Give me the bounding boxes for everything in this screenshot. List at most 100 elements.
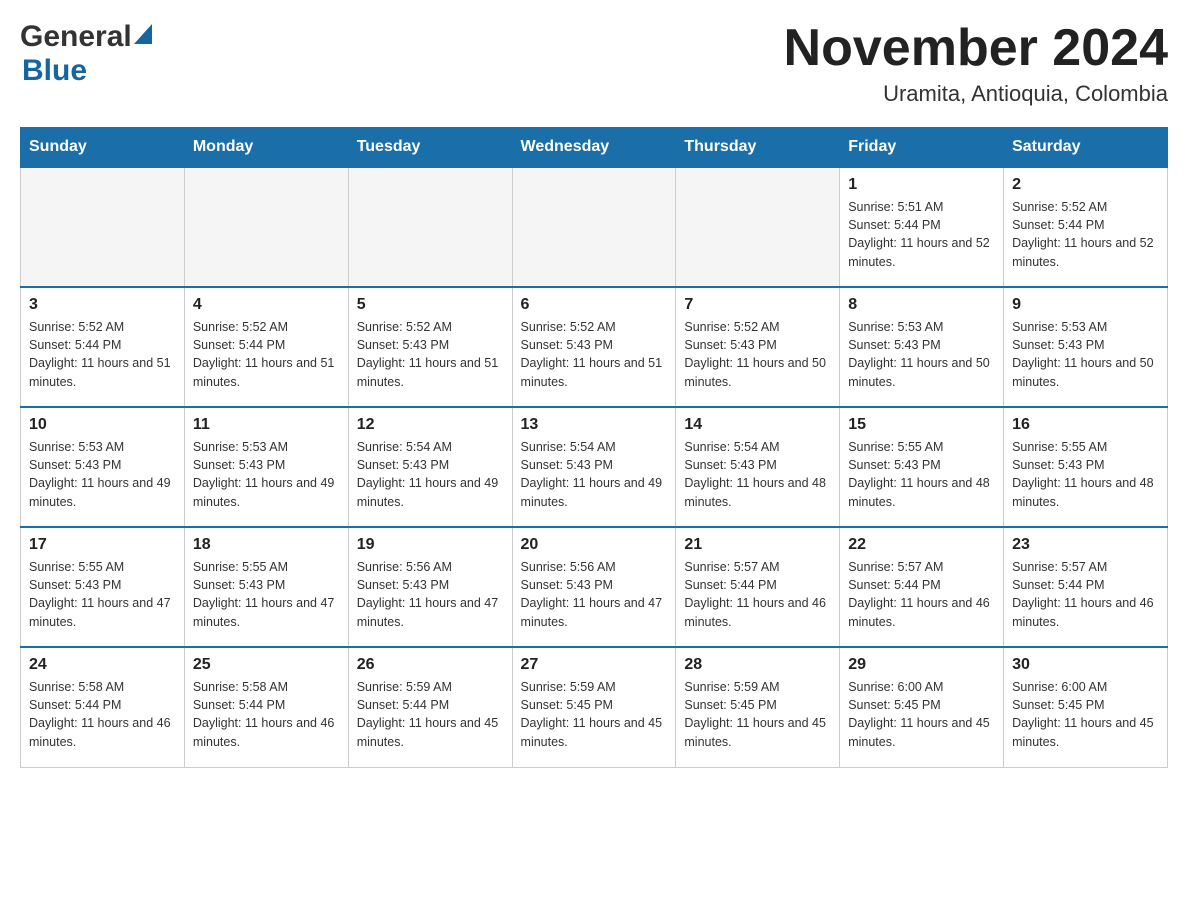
weekday-header-row: SundayMondayTuesdayWednesdayThursdayFrid… [21, 128, 1168, 168]
calendar-week-3: 10 Sunrise: 5:53 AM Sunset: 5:43 PM Dayli… [21, 407, 1168, 527]
calendar-cell-w4-d6: 22 Sunrise: 5:57 AM Sunset: 5:44 PM Dayli… [840, 527, 1004, 647]
day-info-26: Sunrise: 5:59 AM Sunset: 5:44 PM Dayligh… [357, 678, 504, 751]
weekday-header-friday: Friday [840, 128, 1004, 168]
day-info-6: Sunrise: 5:52 AM Sunset: 5:43 PM Dayligh… [521, 318, 668, 391]
weekday-header-monday: Monday [184, 128, 348, 168]
day-info-28: Sunrise: 5:59 AM Sunset: 5:45 PM Dayligh… [684, 678, 831, 751]
calendar-cell-w3-d3: 12 Sunrise: 5:54 AM Sunset: 5:43 PM Dayli… [348, 407, 512, 527]
calendar-cell-w2-d4: 6 Sunrise: 5:52 AM Sunset: 5:43 PM Daylig… [512, 287, 676, 407]
calendar-cell-w4-d2: 18 Sunrise: 5:55 AM Sunset: 5:43 PM Dayli… [184, 527, 348, 647]
weekday-header-sunday: Sunday [21, 128, 185, 168]
calendar-cell-w5-d6: 29 Sunrise: 6:00 AM Sunset: 5:45 PM Dayli… [840, 647, 1004, 767]
calendar-cell-w1-d6: 1Sunrise: 5:51 AM Sunset: 5:44 PM Daylig… [840, 167, 1004, 287]
calendar-week-2: 3 Sunrise: 5:52 AM Sunset: 5:44 PM Daylig… [21, 287, 1168, 407]
page-header: General Blue November 2024 Uramita, Anti… [20, 20, 1168, 107]
logo-general-text: General [20, 20, 132, 54]
day-info-4: Sunrise: 5:52 AM Sunset: 5:44 PM Dayligh… [193, 318, 340, 391]
day-number-23: 23 [1012, 536, 1159, 554]
calendar-cell-w3-d2: 11 Sunrise: 5:53 AM Sunset: 5:43 PM Dayli… [184, 407, 348, 527]
day-info-9: Sunrise: 5:53 AM Sunset: 5:43 PM Dayligh… [1012, 318, 1159, 391]
day-info-13: Sunrise: 5:54 AM Sunset: 5:43 PM Dayligh… [521, 438, 668, 511]
calendar-cell-w3-d5: 14 Sunrise: 5:54 AM Sunset: 5:43 PM Dayli… [676, 407, 840, 527]
calendar-cell-w3-d6: 15 Sunrise: 5:55 AM Sunset: 5:43 PM Dayli… [840, 407, 1004, 527]
day-info-22: Sunrise: 5:57 AM Sunset: 5:44 PM Dayligh… [848, 558, 995, 631]
calendar-cell-w2-d7: 9Sunrise: 5:53 AM Sunset: 5:43 PM Daylig… [1004, 287, 1168, 407]
calendar-cell-w4-d4: 20 Sunrise: 5:56 AM Sunset: 5:43 PM Dayli… [512, 527, 676, 647]
calendar-cell-w5-d5: 28 Sunrise: 5:59 AM Sunset: 5:45 PM Dayli… [676, 647, 840, 767]
day-number-21: 21 [684, 536, 831, 554]
calendar-cell-w4-d3: 19Sunrise: 5:56 AM Sunset: 5:43 PM Dayli… [348, 527, 512, 647]
day-number-20: 20 [521, 536, 668, 554]
calendar-week-5: 24Sunrise: 5:58 AM Sunset: 5:44 PM Dayli… [21, 647, 1168, 767]
day-info-27: Sunrise: 5:59 AM Sunset: 5:45 PM Dayligh… [521, 678, 668, 751]
calendar-cell-w1-d7: 2 Sunrise: 5:52 AM Sunset: 5:44 PM Daylig… [1004, 167, 1168, 287]
weekday-header-thursday: Thursday [676, 128, 840, 168]
day-info-30: Sunrise: 6:00 AM Sunset: 5:45 PM Dayligh… [1012, 678, 1159, 751]
calendar-cell-w3-d4: 13 Sunrise: 5:54 AM Sunset: 5:43 PM Dayli… [512, 407, 676, 527]
day-info-15: Sunrise: 5:55 AM Sunset: 5:43 PM Dayligh… [848, 438, 995, 511]
day-number-29: 29 [848, 656, 995, 674]
calendar-cell-w4-d7: 23 Sunrise: 5:57 AM Sunset: 5:44 PM Dayli… [1004, 527, 1168, 647]
day-info-8: Sunrise: 5:53 AM Sunset: 5:43 PM Dayligh… [848, 318, 995, 391]
day-info-17: Sunrise: 5:55 AM Sunset: 5:43 PM Dayligh… [29, 558, 176, 631]
weekday-header-saturday: Saturday [1004, 128, 1168, 168]
day-info-29: Sunrise: 6:00 AM Sunset: 5:45 PM Dayligh… [848, 678, 995, 751]
day-info-11: Sunrise: 5:53 AM Sunset: 5:43 PM Dayligh… [193, 438, 340, 511]
calendar-cell-w2-d2: 4 Sunrise: 5:52 AM Sunset: 5:44 PM Daylig… [184, 287, 348, 407]
day-number-12: 12 [357, 416, 504, 434]
calendar-cell-w2-d5: 7Sunrise: 5:52 AM Sunset: 5:43 PM Daylig… [676, 287, 840, 407]
day-number-11: 11 [193, 416, 340, 434]
day-number-5: 5 [357, 296, 504, 314]
day-number-3: 3 [29, 296, 176, 314]
calendar-cell-w2-d1: 3Sunrise: 5:52 AM Sunset: 5:44 PM Daylig… [21, 287, 185, 407]
day-number-13: 13 [521, 416, 668, 434]
calendar-table: SundayMondayTuesdayWednesdayThursdayFrid… [20, 127, 1168, 768]
day-info-23: Sunrise: 5:57 AM Sunset: 5:44 PM Dayligh… [1012, 558, 1159, 631]
day-info-2: Sunrise: 5:52 AM Sunset: 5:44 PM Dayligh… [1012, 198, 1159, 271]
title-block: November 2024 Uramita, Antioquia, Colomb… [784, 20, 1168, 107]
day-info-24: Sunrise: 5:58 AM Sunset: 5:44 PM Dayligh… [29, 678, 176, 751]
calendar-cell-w2-d3: 5 Sunrise: 5:52 AM Sunset: 5:43 PM Daylig… [348, 287, 512, 407]
day-number-14: 14 [684, 416, 831, 434]
day-number-25: 25 [193, 656, 340, 674]
day-number-16: 16 [1012, 416, 1159, 434]
calendar-cell-w1-d2 [184, 167, 348, 287]
day-number-7: 7 [684, 296, 831, 314]
calendar-cell-w5-d1: 24Sunrise: 5:58 AM Sunset: 5:44 PM Dayli… [21, 647, 185, 767]
day-number-27: 27 [521, 656, 668, 674]
day-info-21: Sunrise: 5:57 AM Sunset: 5:44 PM Dayligh… [684, 558, 831, 631]
day-number-8: 8 [848, 296, 995, 314]
logo-arrow-icon [134, 24, 152, 44]
day-info-19: Sunrise: 5:56 AM Sunset: 5:43 PM Dayligh… [357, 558, 504, 631]
calendar-cell-w1-d3 [348, 167, 512, 287]
day-info-5: Sunrise: 5:52 AM Sunset: 5:43 PM Dayligh… [357, 318, 504, 391]
month-year-title: November 2024 [784, 20, 1168, 77]
day-info-12: Sunrise: 5:54 AM Sunset: 5:43 PM Dayligh… [357, 438, 504, 511]
day-number-2: 2 [1012, 176, 1159, 194]
day-number-26: 26 [357, 656, 504, 674]
day-number-1: 1 [848, 176, 995, 194]
calendar-cell-w2-d6: 8 Sunrise: 5:53 AM Sunset: 5:43 PM Daylig… [840, 287, 1004, 407]
day-info-14: Sunrise: 5:54 AM Sunset: 5:43 PM Dayligh… [684, 438, 831, 511]
calendar-cell-w1-d4 [512, 167, 676, 287]
day-info-16: Sunrise: 5:55 AM Sunset: 5:43 PM Dayligh… [1012, 438, 1159, 511]
day-number-4: 4 [193, 296, 340, 314]
calendar-cell-w1-d5 [676, 167, 840, 287]
calendar-cell-w5-d7: 30Sunrise: 6:00 AM Sunset: 5:45 PM Dayli… [1004, 647, 1168, 767]
day-number-22: 22 [848, 536, 995, 554]
day-number-6: 6 [521, 296, 668, 314]
day-number-18: 18 [193, 536, 340, 554]
calendar-cell-w4-d1: 17Sunrise: 5:55 AM Sunset: 5:43 PM Dayli… [21, 527, 185, 647]
calendar-cell-w1-d1 [21, 167, 185, 287]
calendar-cell-w4-d5: 21 Sunrise: 5:57 AM Sunset: 5:44 PM Dayli… [676, 527, 840, 647]
calendar-cell-w5-d2: 25Sunrise: 5:58 AM Sunset: 5:44 PM Dayli… [184, 647, 348, 767]
location-subtitle: Uramita, Antioquia, Colombia [784, 81, 1168, 107]
day-info-18: Sunrise: 5:55 AM Sunset: 5:43 PM Dayligh… [193, 558, 340, 631]
logo-blue-text: Blue [22, 54, 87, 87]
day-number-15: 15 [848, 416, 995, 434]
day-number-28: 28 [684, 656, 831, 674]
day-number-10: 10 [29, 416, 176, 434]
day-info-20: Sunrise: 5:56 AM Sunset: 5:43 PM Dayligh… [521, 558, 668, 631]
calendar-cell-w3-d1: 10Sunrise: 5:53 AM Sunset: 5:43 PM Dayli… [21, 407, 185, 527]
calendar-cell-w3-d7: 16 Sunrise: 5:55 AM Sunset: 5:43 PM Dayli… [1004, 407, 1168, 527]
